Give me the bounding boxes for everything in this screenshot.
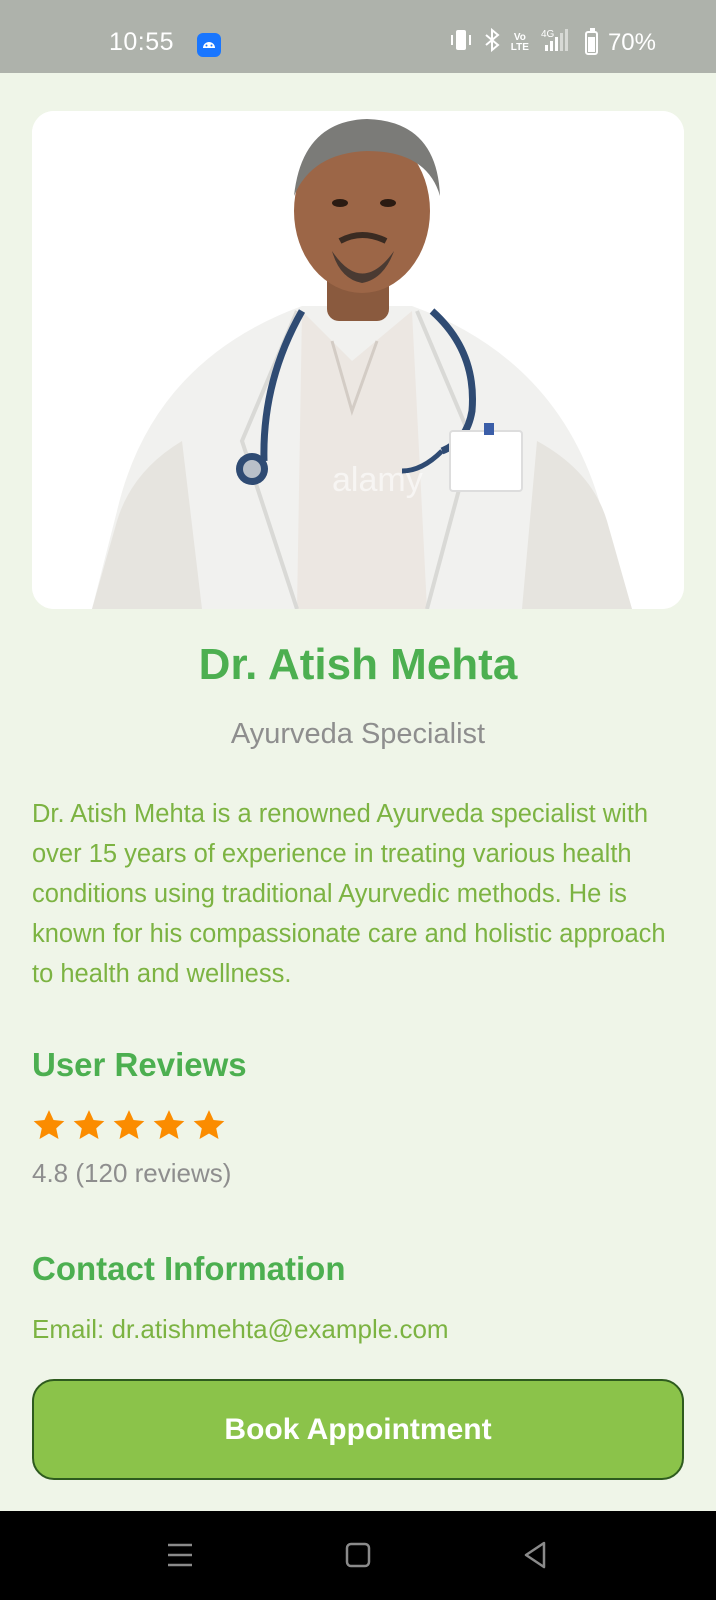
contact-title: Contact Information <box>32 1250 346 1287</box>
battery-percent: 70% <box>607 29 656 56</box>
system-nav-bar <box>0 1511 716 1600</box>
volte-icon: Vo LTE <box>510 32 529 53</box>
status-icons: Vo LTE 4G 70% <box>449 27 656 60</box>
star-icon <box>73 1110 105 1140</box>
star-rating <box>32 1108 226 1142</box>
doctor-photo: alamy <box>32 111 684 609</box>
back-icon[interactable] <box>516 1535 556 1575</box>
star-icon <box>33 1110 65 1140</box>
svg-text:alamy: alamy <box>332 461 423 499</box>
rating-summary: 4.8 (120 reviews) <box>32 1158 232 1188</box>
status-time: 10:55 <box>109 28 175 56</box>
star-icon <box>153 1110 185 1140</box>
signal-4g-icon: 4G <box>539 27 575 60</box>
doctor-bio: Dr. Atish Mehta is a renowned Ayurveda s… <box>32 800 666 988</box>
book-appointment-button[interactable]: Book Appointment <box>32 1379 684 1480</box>
star-icon <box>193 1110 225 1140</box>
home-icon[interactable] <box>338 1535 378 1575</box>
svg-text:4G: 4G <box>541 29 555 40</box>
recent-apps-icon[interactable] <box>160 1535 200 1575</box>
contact-email: Email: dr.atishmehta@example.com <box>32 1314 449 1344</box>
doctor-specialty: Ayurveda Specialist <box>230 718 486 750</box>
android-app-notification-icon <box>197 33 221 57</box>
status-bar: 10:55 Vo LTE 4G 70% <box>0 0 716 73</box>
bluetooth-icon <box>483 27 501 60</box>
battery-icon <box>584 28 598 55</box>
doctor-name: Dr. Atish Mehta <box>198 640 518 689</box>
reviews-title: User Reviews <box>32 1046 247 1083</box>
vibrate-icon <box>449 27 473 60</box>
star-icon <box>113 1110 145 1140</box>
